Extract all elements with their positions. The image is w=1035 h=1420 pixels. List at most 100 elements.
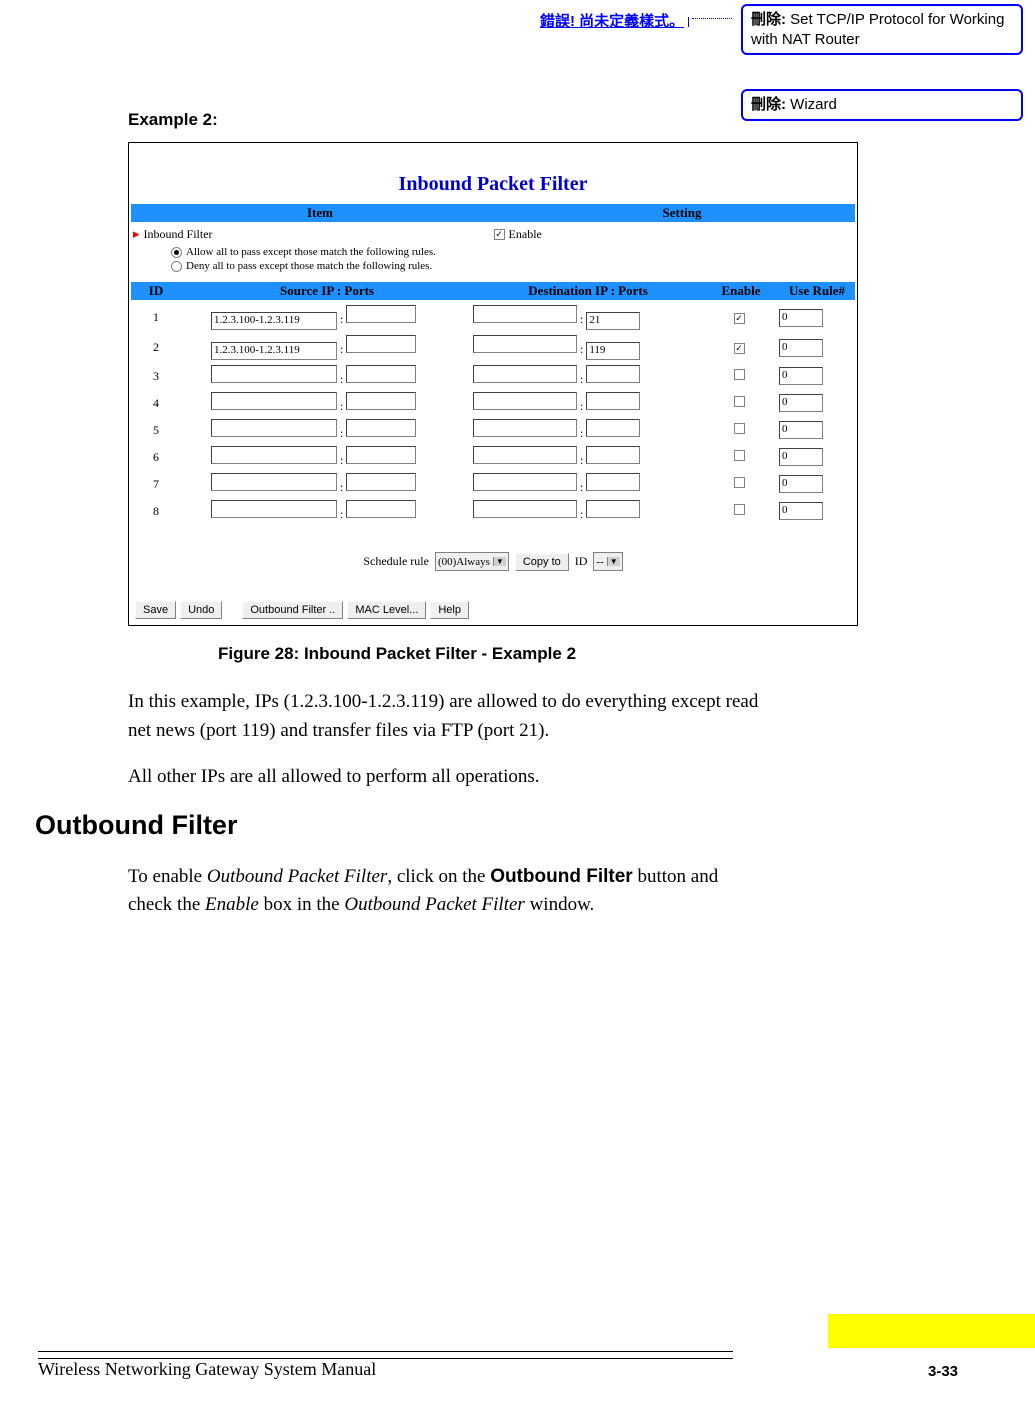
- dst-port-input[interactable]: [586, 392, 640, 410]
- src-ip-input[interactable]: 1.2.3.100-1.2.3.119: [211, 312, 337, 330]
- table-row: 4::0: [131, 392, 855, 414]
- dst-ip-input[interactable]: [473, 473, 577, 491]
- enable-checkbox[interactable]: [734, 477, 745, 488]
- src-ip-input[interactable]: [211, 419, 337, 437]
- schedule-select[interactable]: (00)Always▼: [435, 552, 509, 571]
- rule-input[interactable]: 0: [779, 448, 823, 466]
- enable-checkbox[interactable]: [734, 450, 745, 461]
- src-ip-input[interactable]: 1.2.3.100-1.2.3.119: [211, 342, 337, 360]
- figure-caption: Figure 28: Inbound Packet Filter - Examp…: [218, 644, 760, 664]
- col-rule: Use Rule#: [779, 283, 855, 299]
- rule-input[interactable]: 0: [779, 367, 823, 385]
- src-ip-input[interactable]: [211, 365, 337, 383]
- page-number: 3-33: [928, 1363, 958, 1380]
- enable-cell: ✓: [703, 310, 779, 325]
- paragraph-2: All other IPs are all allowed to perform…: [128, 763, 760, 792]
- src-port-input[interactable]: [346, 473, 416, 491]
- id-select[interactable]: --▼: [593, 552, 622, 571]
- enable-checkbox[interactable]: [734, 396, 745, 407]
- src-cell: :: [181, 500, 473, 522]
- rule-input[interactable]: 0: [779, 309, 823, 327]
- rule-cell: 0: [779, 475, 855, 493]
- comment-anchor: [688, 17, 689, 27]
- src-ip-input[interactable]: [211, 473, 337, 491]
- copyto-button[interactable]: Copy to: [515, 553, 569, 571]
- row-id: 7: [131, 477, 181, 492]
- enable-cell: [703, 477, 779, 492]
- figure-title: Inbound Packet Filter: [129, 143, 857, 204]
- footer-title: Wireless Networking Gateway System Manua…: [38, 1359, 376, 1380]
- enable-cell: [703, 450, 779, 465]
- rule-input[interactable]: 0: [779, 394, 823, 412]
- table-row: 6::0: [131, 446, 855, 468]
- dst-ip-input[interactable]: [473, 419, 577, 437]
- enable-cell: [703, 504, 779, 519]
- row-id: 4: [131, 396, 181, 411]
- dst-cell: :: [473, 419, 703, 441]
- section-header: Item Setting: [131, 204, 855, 222]
- src-port-input[interactable]: [346, 446, 416, 464]
- col-item: Item: [131, 205, 509, 221]
- rule-input[interactable]: 0: [779, 339, 823, 357]
- src-ip-input[interactable]: [211, 446, 337, 464]
- dst-port-input[interactable]: [586, 365, 640, 383]
- src-port-input[interactable]: [346, 335, 416, 353]
- enable-checkbox[interactable]: ✓: [734, 313, 745, 324]
- enable-cell: ✓: [703, 340, 779, 355]
- save-button[interactable]: Save: [135, 601, 176, 619]
- dst-cell: :21: [473, 305, 703, 330]
- footer: Wireless Networking Gateway System Manua…: [38, 1351, 997, 1380]
- undo-button[interactable]: Undo: [180, 601, 222, 619]
- dst-port-input[interactable]: 119: [586, 342, 640, 360]
- help-button[interactable]: Help: [430, 601, 469, 619]
- enable-checkbox[interactable]: ✓: [494, 229, 505, 240]
- paragraph-1: In this example, IPs (1.2.3.100-1.2.3.11…: [128, 688, 760, 745]
- dst-ip-input[interactable]: [473, 392, 577, 410]
- enable-checkbox[interactable]: [734, 369, 745, 380]
- dst-ip-input[interactable]: [473, 446, 577, 464]
- table-row: 8::0: [131, 500, 855, 522]
- col-src: Source IP : Ports: [181, 283, 473, 299]
- src-port-input[interactable]: [346, 305, 416, 323]
- dst-port-input[interactable]: 21: [586, 312, 640, 330]
- button-row: Save Undo Outbound Filter .. MAC Level..…: [135, 601, 469, 619]
- table-row: 3::0: [131, 365, 855, 387]
- rule-input[interactable]: 0: [779, 502, 823, 520]
- rule-input[interactable]: 0: [779, 475, 823, 493]
- row-id: 2: [131, 340, 181, 355]
- row-id: 1: [131, 310, 181, 325]
- rule-input[interactable]: 0: [779, 421, 823, 439]
- enable-checkbox[interactable]: ✓: [734, 343, 745, 354]
- dst-ip-input[interactable]: [473, 500, 577, 518]
- rule-cell: 0: [779, 367, 855, 385]
- outbound-filter-button[interactable]: Outbound Filter ..: [242, 601, 343, 619]
- dst-ip-input[interactable]: [473, 305, 577, 323]
- dst-cell: :119: [473, 335, 703, 360]
- src-ip-input[interactable]: [211, 392, 337, 410]
- deny-radio[interactable]: [171, 261, 182, 272]
- dst-ip-input[interactable]: [473, 335, 577, 353]
- chevron-down-icon: ▼: [607, 557, 620, 566]
- allow-radio[interactable]: [171, 247, 182, 258]
- src-cell: :: [181, 446, 473, 468]
- enable-checkbox[interactable]: [734, 423, 745, 434]
- enable-cell: [703, 396, 779, 411]
- src-port-input[interactable]: [346, 419, 416, 437]
- src-cell: 1.2.3.100-1.2.3.119:: [181, 335, 473, 360]
- table-row: 5:: 0: [131, 419, 855, 441]
- src-cell: :: [181, 419, 473, 441]
- dst-port-input[interactable]: [586, 500, 640, 518]
- src-port-input[interactable]: [346, 392, 416, 410]
- src-ip-input[interactable]: [211, 500, 337, 518]
- row-id: 5: [131, 423, 181, 438]
- dst-port-input[interactable]: [586, 473, 640, 491]
- header-error-text: 錯誤! 尚未定義樣式。: [540, 10, 684, 31]
- dst-port-input[interactable]: [586, 446, 640, 464]
- mac-level-button[interactable]: MAC Level...: [347, 601, 426, 619]
- src-port-input[interactable]: [346, 365, 416, 383]
- dst-ip-input[interactable]: [473, 365, 577, 383]
- src-port-input[interactable]: [346, 500, 416, 518]
- src-cell: 1.2.3.100-1.2.3.119:: [181, 305, 473, 330]
- enable-checkbox[interactable]: [734, 504, 745, 515]
- dst-port-input[interactable]: [586, 419, 640, 437]
